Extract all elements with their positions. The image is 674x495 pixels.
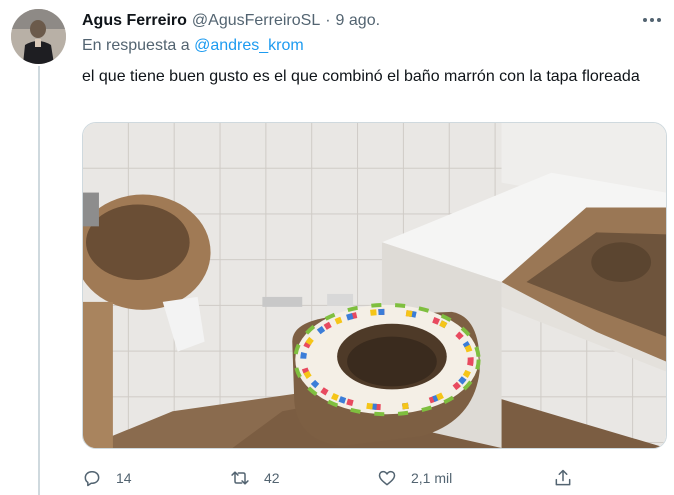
like-button[interactable]: 2,1 mil: [377, 465, 452, 491]
retweet-count: 42: [264, 470, 280, 486]
retweet-icon: [231, 471, 249, 485]
reply-count: 14: [116, 470, 132, 486]
heart-icon: [378, 470, 396, 486]
reply-prefix: En respuesta a: [82, 37, 190, 54]
tweet-header: Agus Ferreiro @AgusFerreiroSL · 9 ago.: [82, 11, 380, 31]
avatar-photo: [11, 9, 66, 64]
tweet-image[interactable]: [82, 122, 667, 449]
author-name[interactable]: Agus Ferreiro: [82, 12, 187, 30]
share-icon: [555, 469, 571, 486]
reply-bubble-icon: [84, 471, 100, 487]
tweet-actions: 14 42 2,1 mil: [82, 465, 582, 491]
bathroom-photo: [83, 123, 666, 448]
avatar[interactable]: [11, 9, 66, 64]
separator-dot: ·: [325, 12, 331, 29]
reply-button[interactable]: 14: [82, 465, 132, 491]
more-dots-icon[interactable]: [643, 12, 661, 28]
tweet-date[interactable]: 9 ago.: [336, 12, 380, 30]
thread-line: [38, 66, 40, 495]
share-button[interactable]: [553, 465, 573, 491]
reply-mention-link[interactable]: @andres_krom: [194, 37, 304, 54]
author-handle[interactable]: @AgusFerreiroSL: [192, 12, 320, 30]
reply-context: En respuesta a @andres_krom: [82, 37, 304, 55]
retweet-button[interactable]: 42: [230, 465, 280, 491]
like-count: 2,1 mil: [411, 470, 453, 486]
tweet-text: el que tiene buen gusto es el que combin…: [82, 68, 640, 85]
